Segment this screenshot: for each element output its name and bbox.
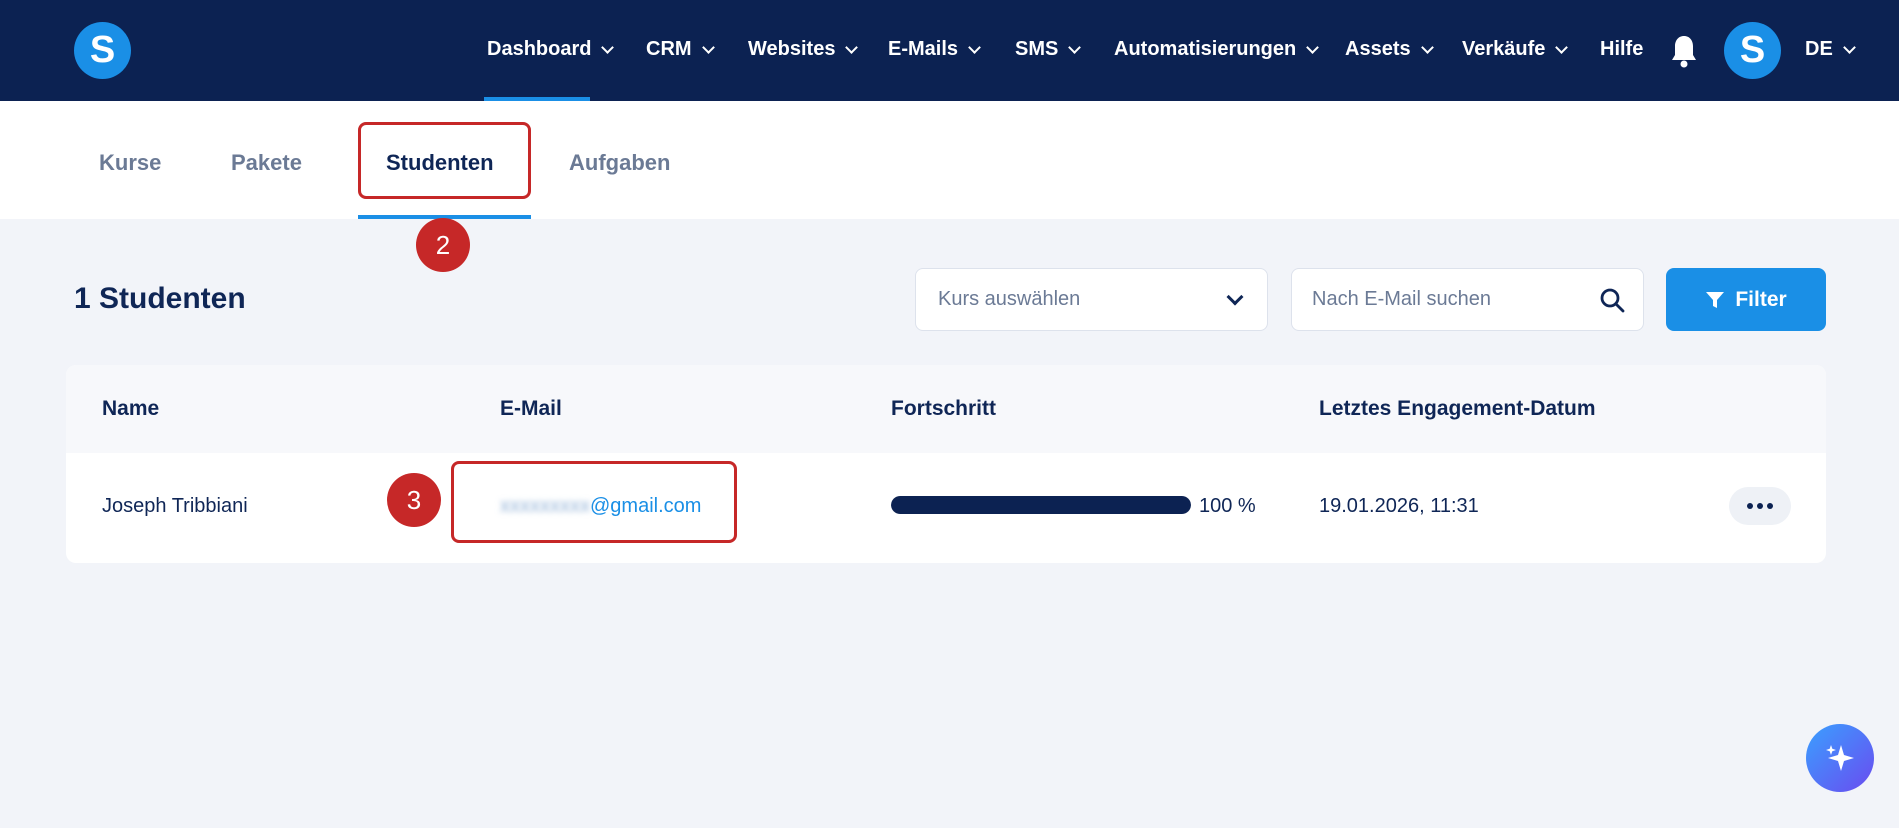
annotation-highlight-tab (358, 122, 531, 199)
nav-item-automatisierungen[interactable]: Automatisierungen (1114, 38, 1320, 61)
nav-item-label: Websites (748, 38, 836, 60)
nav-item-crm[interactable]: CRM (646, 38, 715, 61)
brand-logo[interactable]: S (74, 22, 131, 79)
language-switcher[interactable]: DE (1805, 38, 1856, 61)
chevron-down-icon (1226, 288, 1244, 306)
tab-pakete[interactable]: Pakete (231, 150, 302, 176)
chevron-down-icon (601, 40, 615, 54)
nav-item-assets[interactable]: Assets (1345, 38, 1434, 61)
nav-item-label: Hilfe (1600, 38, 1644, 60)
nav-item-label: Automatisierungen (1114, 38, 1297, 60)
tab-kurse[interactable]: Kurse (99, 150, 161, 176)
nav-item-websites[interactable]: Websites (748, 38, 859, 61)
user-avatar[interactable]: S (1724, 22, 1781, 79)
chevron-down-icon (1306, 40, 1320, 54)
filter-button-label: Filter (1735, 287, 1787, 311)
nav-item-label: Dashboard (487, 38, 592, 60)
nav-item-verkaeufe[interactable]: Verkäufe (1462, 38, 1569, 61)
progress-percent: 100 % (1199, 495, 1256, 517)
chevron-down-icon (1842, 40, 1856, 54)
search-icon[interactable] (1599, 287, 1625, 313)
nav-item-label: Assets (1345, 38, 1411, 60)
more-horizontal-icon-dot (1757, 503, 1763, 509)
last-engagement-date: 19.01.2026, 11:31 (1319, 495, 1479, 517)
ai-assistant-button[interactable] (1806, 724, 1874, 792)
chevron-down-icon (845, 40, 859, 54)
progress-bar (891, 496, 1191, 514)
progress-bar-fill (891, 496, 1191, 514)
column-header-last-engagement: Letztes Engagement-Datum (1319, 397, 1596, 420)
filter-button[interactable]: Filter (1666, 268, 1826, 331)
nav-item-label: Verkäufe (1462, 38, 1546, 60)
chevron-down-icon (701, 40, 715, 54)
table-header: Name E-Mail Fortschritt Letztes Engageme… (66, 365, 1826, 453)
nav-item-label: CRM (646, 38, 692, 60)
nav-item-emails[interactable]: E-Mails (888, 38, 981, 61)
email-search-field (1291, 268, 1644, 331)
nav-item-dashboard[interactable]: Dashboard (487, 38, 615, 61)
column-header-email: E-Mail (500, 397, 562, 420)
sparkle-icon (1826, 745, 1854, 771)
column-header-name: Name (102, 397, 160, 420)
filter-icon (1706, 291, 1725, 308)
nav-item-label: E-Mails (888, 38, 959, 60)
annotation-step-badge: 2 (416, 218, 470, 272)
bell-icon[interactable] (1670, 34, 1698, 68)
page-title: 1 Studenten (74, 282, 246, 315)
student-name: Joseph Tribbiani (102, 495, 248, 517)
more-horizontal-icon-dot (1767, 503, 1773, 509)
chevron-down-icon (968, 40, 981, 54)
nav-item-label: SMS (1015, 38, 1059, 60)
nav-item-hilfe[interactable]: Hilfe (1600, 38, 1643, 61)
column-header-progress: Fortschritt (891, 397, 996, 420)
language-label: DE (1805, 38, 1833, 60)
chevron-down-icon (1068, 40, 1082, 54)
chevron-down-icon (1555, 40, 1569, 54)
tab-aufgaben[interactable]: Aufgaben (569, 150, 670, 176)
annotation-highlight-email (451, 461, 737, 543)
course-select[interactable]: Kurs auswählen (915, 268, 1268, 331)
chevron-down-icon (1420, 40, 1434, 54)
nav-item-sms[interactable]: SMS (1015, 38, 1082, 61)
more-horizontal-icon-dot (1747, 503, 1753, 509)
students-table: Name E-Mail Fortschritt Letztes Engageme… (66, 365, 1826, 563)
course-select-placeholder: Kurs auswählen (938, 288, 1081, 310)
email-search-input[interactable] (1312, 269, 1592, 330)
annotation-step-badge: 3 (387, 473, 441, 527)
top-navigation-bar: S Dashboard CRM Websites E-Mails SMS Aut… (0, 0, 1899, 101)
row-actions-button[interactable] (1729, 487, 1791, 525)
